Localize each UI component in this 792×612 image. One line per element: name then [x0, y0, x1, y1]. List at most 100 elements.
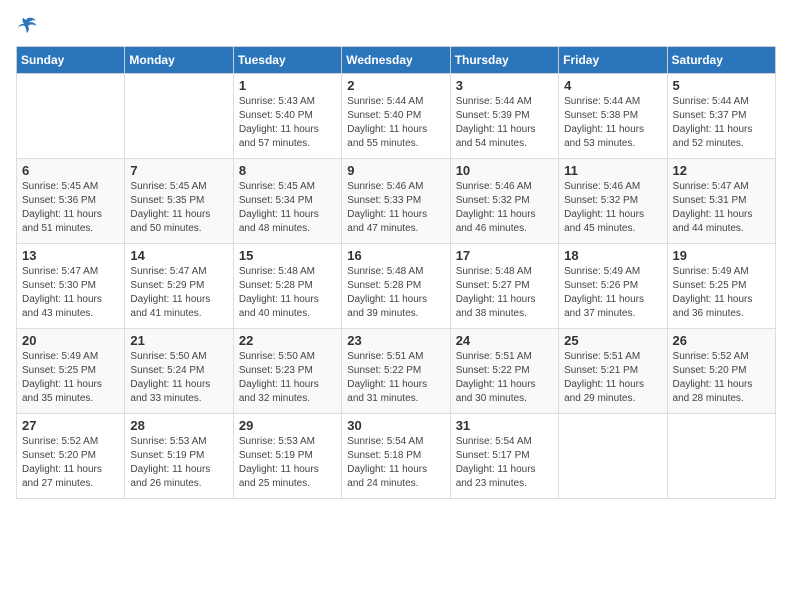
page-header — [16, 16, 776, 34]
day-detail: Sunrise: 5:43 AM Sunset: 5:40 PM Dayligh… — [239, 95, 336, 151]
day-detail: Sunrise: 5:49 AM Sunset: 5:26 PM Dayligh… — [564, 265, 661, 321]
day-detail: Sunrise: 5:52 AM Sunset: 5:20 PM Dayligh… — [673, 350, 770, 406]
day-number: 23 — [347, 333, 444, 348]
day-detail: Sunrise: 5:44 AM Sunset: 5:40 PM Dayligh… — [347, 95, 444, 151]
day-number: 18 — [564, 248, 661, 263]
day-number: 6 — [22, 163, 119, 178]
calendar-day-cell: 13 Sunrise: 5:47 AM Sunset: 5:30 PM Dayli… — [17, 244, 125, 329]
calendar-day-cell: 19 Sunrise: 5:49 AM Sunset: 5:25 PM Dayli… — [667, 244, 775, 329]
calendar-day-cell: 15Sunrise: 5:48 AM Sunset: 5:28 PM Dayli… — [233, 244, 341, 329]
day-number: 12 — [673, 163, 770, 178]
weekday-header: Thursday — [450, 47, 558, 74]
calendar-week-row: 6 Sunrise: 5:45 AM Sunset: 5:36 PM Daylig… — [17, 159, 776, 244]
day-detail: Sunrise: 5:47 AM Sunset: 5:29 PM Dayligh… — [130, 265, 227, 321]
calendar-day-cell: 17 Sunrise: 5:48 AM Sunset: 5:27 PM Dayli… — [450, 244, 558, 329]
calendar-day-cell — [125, 74, 233, 159]
calendar-day-cell: 25 Sunrise: 5:51 AM Sunset: 5:21 PM Dayli… — [559, 329, 667, 414]
calendar-day-cell: 8 Sunrise: 5:45 AM Sunset: 5:34 PM Daylig… — [233, 159, 341, 244]
day-detail: Sunrise: 5:47 AM Sunset: 5:31 PM Dayligh… — [673, 180, 770, 236]
calendar-day-cell: 9Sunrise: 5:46 AM Sunset: 5:33 PM Daylig… — [342, 159, 450, 244]
day-number: 16 — [347, 248, 444, 263]
day-number: 24 — [456, 333, 553, 348]
calendar-day-cell: 28 Sunrise: 5:53 AM Sunset: 5:19 PM Dayli… — [125, 414, 233, 499]
calendar-day-cell: 16 Sunrise: 5:48 AM Sunset: 5:28 PM Dayli… — [342, 244, 450, 329]
day-detail: Sunrise: 5:47 AM Sunset: 5:30 PM Dayligh… — [22, 265, 119, 321]
day-number: 5 — [673, 78, 770, 93]
calendar-day-cell: 1 Sunrise: 5:43 AM Sunset: 5:40 PM Daylig… — [233, 74, 341, 159]
day-number: 13 — [22, 248, 119, 263]
day-number: 28 — [130, 418, 227, 433]
day-detail: Sunrise: 5:48 AM Sunset: 5:27 PM Dayligh… — [456, 265, 553, 321]
calendar-day-cell: 31 Sunrise: 5:54 AM Sunset: 5:17 PM Dayli… — [450, 414, 558, 499]
day-detail: Sunrise: 5:53 AM Sunset: 5:19 PM Dayligh… — [130, 435, 227, 491]
day-detail: Sunrise: 5:51 AM Sunset: 5:21 PM Dayligh… — [564, 350, 661, 406]
calendar-table: SundayMondayTuesdayWednesdayThursdayFrid… — [16, 46, 776, 499]
calendar-week-row: 20Sunrise: 5:49 AM Sunset: 5:25 PM Dayli… — [17, 329, 776, 414]
logo-bird-icon — [18, 16, 36, 34]
calendar-day-cell: 21Sunrise: 5:50 AM Sunset: 5:24 PM Dayli… — [125, 329, 233, 414]
calendar-body: 1 Sunrise: 5:43 AM Sunset: 5:40 PM Daylig… — [17, 74, 776, 499]
day-detail: Sunrise: 5:48 AM Sunset: 5:28 PM Dayligh… — [347, 265, 444, 321]
day-detail: Sunrise: 5:44 AM Sunset: 5:39 PM Dayligh… — [456, 95, 553, 151]
day-number: 25 — [564, 333, 661, 348]
calendar-day-cell: 29 Sunrise: 5:53 AM Sunset: 5:19 PM Dayli… — [233, 414, 341, 499]
day-number: 14 — [130, 248, 227, 263]
day-detail: Sunrise: 5:45 AM Sunset: 5:35 PM Dayligh… — [130, 180, 227, 236]
calendar-day-cell: 23 Sunrise: 5:51 AM Sunset: 5:22 PM Dayli… — [342, 329, 450, 414]
calendar-day-cell: 22Sunrise: 5:50 AM Sunset: 5:23 PM Dayli… — [233, 329, 341, 414]
calendar-day-cell: 4 Sunrise: 5:44 AM Sunset: 5:38 PM Daylig… — [559, 74, 667, 159]
calendar-week-row: 13 Sunrise: 5:47 AM Sunset: 5:30 PM Dayli… — [17, 244, 776, 329]
weekday-header: Tuesday — [233, 47, 341, 74]
day-number: 26 — [673, 333, 770, 348]
day-detail: Sunrise: 5:50 AM Sunset: 5:24 PM Dayligh… — [130, 350, 227, 406]
calendar-day-cell: 3Sunrise: 5:44 AM Sunset: 5:39 PM Daylig… — [450, 74, 558, 159]
day-detail: Sunrise: 5:54 AM Sunset: 5:17 PM Dayligh… — [456, 435, 553, 491]
day-detail: Sunrise: 5:46 AM Sunset: 5:32 PM Dayligh… — [564, 180, 661, 236]
weekday-header: Friday — [559, 47, 667, 74]
calendar-day-cell: 14 Sunrise: 5:47 AM Sunset: 5:29 PM Dayli… — [125, 244, 233, 329]
day-detail: Sunrise: 5:46 AM Sunset: 5:32 PM Dayligh… — [456, 180, 553, 236]
day-detail: Sunrise: 5:50 AM Sunset: 5:23 PM Dayligh… — [239, 350, 336, 406]
day-number: 1 — [239, 78, 336, 93]
day-detail: Sunrise: 5:44 AM Sunset: 5:38 PM Dayligh… — [564, 95, 661, 151]
calendar-day-cell: 10 Sunrise: 5:46 AM Sunset: 5:32 PM Dayli… — [450, 159, 558, 244]
calendar-day-cell: 20Sunrise: 5:49 AM Sunset: 5:25 PM Dayli… — [17, 329, 125, 414]
calendar-day-cell: 6 Sunrise: 5:45 AM Sunset: 5:36 PM Daylig… — [17, 159, 125, 244]
calendar-day-cell: 26 Sunrise: 5:52 AM Sunset: 5:20 PM Dayli… — [667, 329, 775, 414]
day-detail: Sunrise: 5:52 AM Sunset: 5:20 PM Dayligh… — [22, 435, 119, 491]
day-detail: Sunrise: 5:49 AM Sunset: 5:25 PM Dayligh… — [673, 265, 770, 321]
day-number: 17 — [456, 248, 553, 263]
day-number: 19 — [673, 248, 770, 263]
calendar-header-row: SundayMondayTuesdayWednesdayThursdayFrid… — [17, 47, 776, 74]
day-detail: Sunrise: 5:49 AM Sunset: 5:25 PM Dayligh… — [22, 350, 119, 406]
day-number: 11 — [564, 163, 661, 178]
day-detail: Sunrise: 5:51 AM Sunset: 5:22 PM Dayligh… — [347, 350, 444, 406]
day-number: 10 — [456, 163, 553, 178]
day-number: 8 — [239, 163, 336, 178]
day-detail: Sunrise: 5:45 AM Sunset: 5:36 PM Dayligh… — [22, 180, 119, 236]
day-detail: Sunrise: 5:46 AM Sunset: 5:33 PM Dayligh… — [347, 180, 444, 236]
day-number: 30 — [347, 418, 444, 433]
day-number: 27 — [22, 418, 119, 433]
day-number: 7 — [130, 163, 227, 178]
calendar-day-cell: 7 Sunrise: 5:45 AM Sunset: 5:35 PM Daylig… — [125, 159, 233, 244]
day-number: 2 — [347, 78, 444, 93]
day-detail: Sunrise: 5:51 AM Sunset: 5:22 PM Dayligh… — [456, 350, 553, 406]
day-number: 4 — [564, 78, 661, 93]
day-number: 29 — [239, 418, 336, 433]
day-number: 31 — [456, 418, 553, 433]
weekday-header: Saturday — [667, 47, 775, 74]
calendar-day-cell — [559, 414, 667, 499]
calendar-day-cell: 30Sunrise: 5:54 AM Sunset: 5:18 PM Dayli… — [342, 414, 450, 499]
day-detail: Sunrise: 5:45 AM Sunset: 5:34 PM Dayligh… — [239, 180, 336, 236]
weekday-header: Sunday — [17, 47, 125, 74]
calendar-day-cell: 18 Sunrise: 5:49 AM Sunset: 5:26 PM Dayli… — [559, 244, 667, 329]
logo — [16, 16, 36, 34]
calendar-day-cell: 27 Sunrise: 5:52 AM Sunset: 5:20 PM Dayli… — [17, 414, 125, 499]
calendar-day-cell — [17, 74, 125, 159]
calendar-day-cell: 24 Sunrise: 5:51 AM Sunset: 5:22 PM Dayli… — [450, 329, 558, 414]
calendar-day-cell: 2 Sunrise: 5:44 AM Sunset: 5:40 PM Daylig… — [342, 74, 450, 159]
calendar-day-cell: 11 Sunrise: 5:46 AM Sunset: 5:32 PM Dayli… — [559, 159, 667, 244]
calendar-week-row: 27 Sunrise: 5:52 AM Sunset: 5:20 PM Dayli… — [17, 414, 776, 499]
day-detail: Sunrise: 5:53 AM Sunset: 5:19 PM Dayligh… — [239, 435, 336, 491]
